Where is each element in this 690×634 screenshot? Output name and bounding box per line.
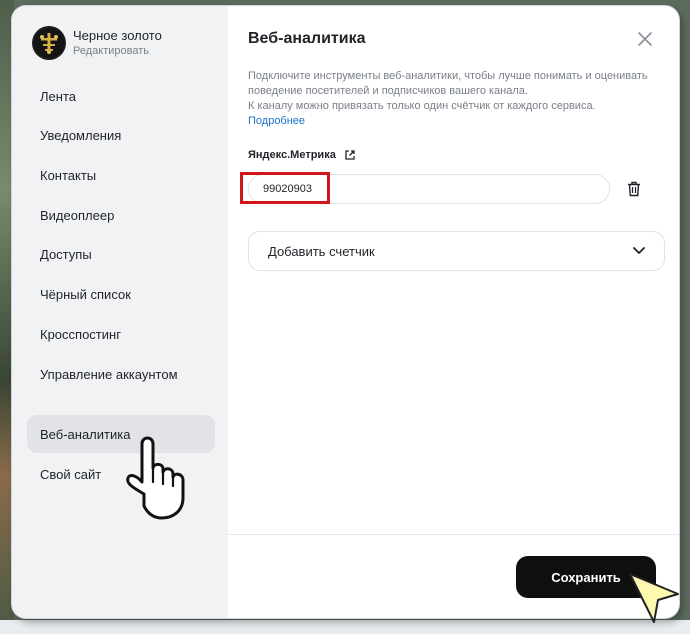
footer-divider: [228, 534, 679, 535]
channel-name: Черное золото: [73, 28, 162, 43]
add-counter-label: Добавить счетчик: [268, 243, 375, 259]
close-button[interactable]: [632, 26, 658, 52]
avatar: [32, 26, 66, 60]
counter-id-input[interactable]: [248, 174, 610, 204]
sidebar-item-notifications[interactable]: Уведомления: [27, 116, 215, 154]
sidebar-item-access[interactable]: Доступы: [27, 235, 215, 273]
external-link-icon[interactable]: [344, 149, 356, 161]
web-analytics-panel: Веб-аналитика Подключите инструменты веб…: [228, 6, 679, 618]
description-line: поведение посетителей и подписчиков ваше…: [248, 85, 528, 97]
sidebar-item-contacts[interactable]: Контакты: [27, 156, 215, 194]
sidebar-item-video-player[interactable]: Видеоплеер: [27, 196, 215, 234]
sidebar-item-crossposting[interactable]: Кросспостинг: [27, 315, 215, 353]
sidebar-item-blacklist[interactable]: Чёрный список: [27, 275, 215, 313]
yandex-metrika-label: Яндекс.Метрика: [248, 149, 356, 161]
add-counter-dropdown[interactable]: Добавить счетчик: [248, 231, 665, 271]
channel-edit-link[interactable]: Редактировать: [73, 44, 162, 58]
channel-header[interactable]: Черное золото Редактировать: [32, 26, 162, 60]
delete-counter-button[interactable]: [623, 178, 645, 200]
description-line: Подключите инструменты веб-аналитики, чт…: [248, 70, 648, 82]
close-icon: [638, 32, 652, 46]
chevron-down-icon: [633, 247, 645, 254]
description: Подключите инструменты веб-аналитики, чт…: [248, 69, 668, 129]
settings-sidebar: Черное золото Редактировать Лента Уведом…: [12, 6, 228, 618]
arrow-cursor-icon: [629, 573, 679, 623]
settings-modal: Черное золото Редактировать Лента Уведом…: [12, 6, 679, 618]
yandex-metrika-title: Яндекс.Метрика: [248, 149, 336, 161]
page-title: Веб-аналитика: [248, 30, 366, 47]
sidebar-item-feed[interactable]: Лента: [27, 77, 215, 115]
channel-logo-icon: [34, 28, 64, 58]
learn-more-link[interactable]: Подробнее: [248, 114, 668, 129]
hand-pointer-icon: [126, 436, 185, 520]
sidebar-item-account-management[interactable]: Управление аккаунтом: [27, 355, 215, 393]
description-line: К каналу можно привязать только один счё…: [248, 100, 596, 112]
background-bottom: [0, 620, 690, 634]
trash-icon: [628, 181, 640, 197]
